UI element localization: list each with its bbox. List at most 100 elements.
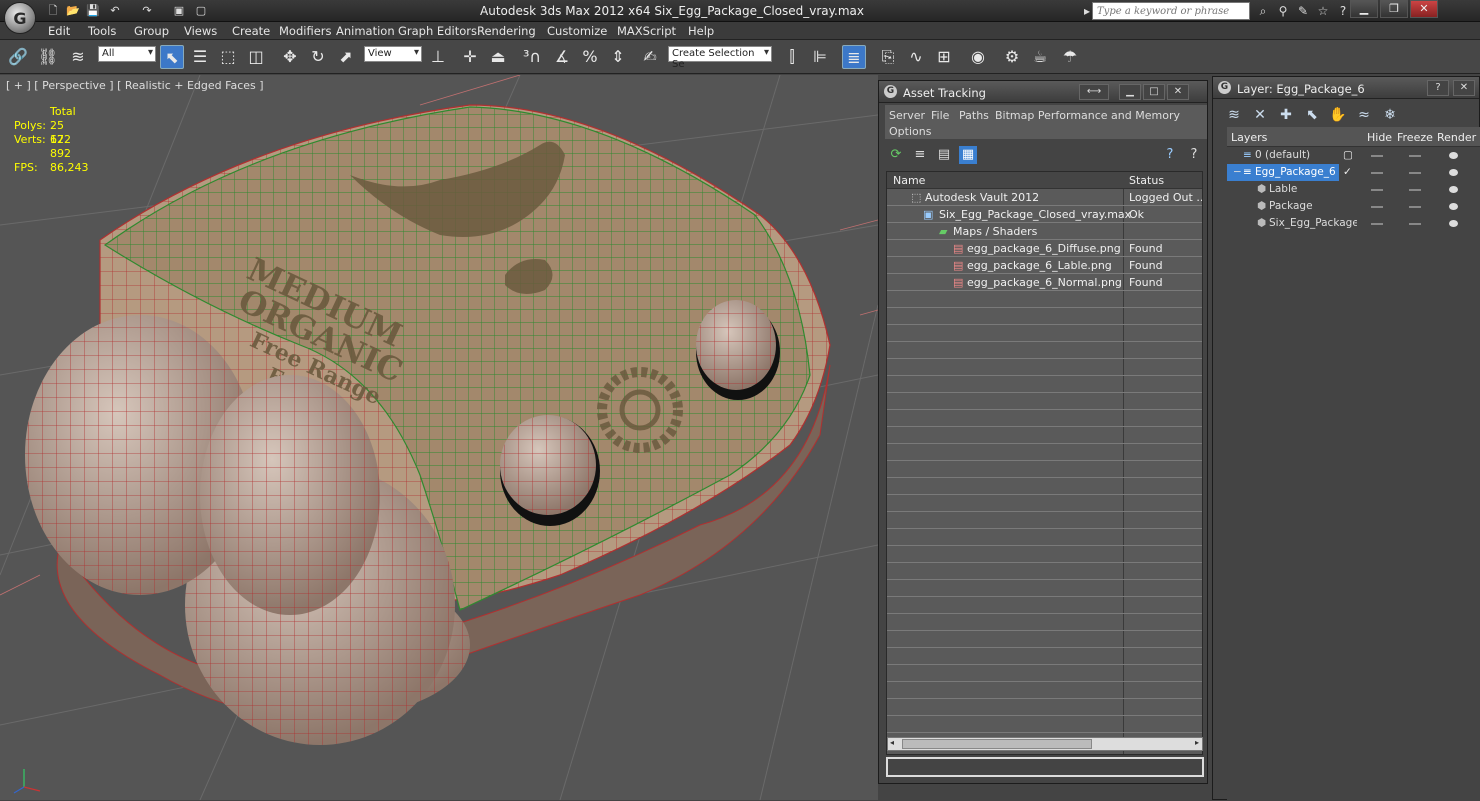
layer-titlebar[interactable]: G Layer: Egg_Package_6 ? ✕ [1213,77,1479,99]
delete-layer-icon[interactable]: ✕ [1249,105,1271,125]
graphite-modeling-icon[interactable]: ⎘ [876,45,900,69]
layer-row[interactable]: ≡ 0 (default) ▢ [1227,147,1480,164]
select-and-rotate-icon[interactable]: ↻ [306,45,330,69]
create-layer-icon[interactable]: ≋ [1223,105,1245,125]
help-question-icon[interactable]: ? [1161,146,1179,164]
scroll-thumb[interactable] [902,739,1092,749]
select-objects-in-layer-icon[interactable]: ⬉ [1301,105,1323,125]
col-freeze-header[interactable]: Freeze [1397,131,1433,144]
panel-minimize-button[interactable]: ▁ [1119,84,1141,100]
material-editor-icon[interactable]: ◉ [966,45,990,69]
menu-group[interactable]: Group [134,24,169,38]
dock-toggle-icon[interactable]: ⟷ [1079,84,1109,100]
table-row[interactable]: ▤ egg_package_6_Lable.png Found [887,257,1202,274]
schematic-view-icon[interactable]: ⊞ [932,45,956,69]
layer-object-row[interactable]: ⬢ Package [1227,198,1480,215]
perspective-viewport[interactable]: MEDIUM ORGANIC Free Range Eggs [0,75,878,800]
at-menu-paths[interactable]: Paths [959,109,989,122]
render-toggle-icon[interactable] [1449,186,1458,193]
angle-snap-icon[interactable]: ∡ [550,45,574,69]
workspace-icon[interactable]: ▢ [192,3,210,19]
mirror-icon[interactable]: ⫿ [780,45,804,69]
render-toggle-icon[interactable] [1449,203,1458,210]
snaps-toggle-icon[interactable]: ³∩ [520,45,544,69]
layer-object-row[interactable]: ⬢ Lable [1227,181,1480,198]
render-toggle-icon[interactable] [1449,152,1458,159]
keyboard-shortcut-override-icon[interactable]: ⏏ [486,45,510,69]
freeze-all-layers-icon[interactable]: ❄ [1379,105,1401,125]
select-by-name-icon[interactable]: ☰ [188,45,212,69]
current-layer-check-icon[interactable]: ✓ [1343,166,1352,178]
menu-views[interactable]: Views [184,24,217,38]
manipulate-icon[interactable]: ✛ [458,45,482,69]
layer-help-button[interactable]: ? [1427,80,1449,96]
select-and-scale-icon[interactable]: ⬈ [334,45,358,69]
table-view-icon[interactable]: ▦ [959,146,977,164]
col-hide-header[interactable]: Hide [1367,131,1392,144]
curve-editor-icon[interactable]: ∿ [904,45,928,69]
subscription-icon[interactable]: ⚲ [1274,3,1292,19]
favorites-star-icon[interactable]: ☆ [1314,3,1332,19]
menu-create[interactable]: Create [232,24,270,38]
search-input[interactable]: Type a keyword or phrase [1092,2,1250,20]
layer-close-button[interactable]: ✕ [1453,80,1475,96]
panel-maximize-button[interactable]: □ [1143,84,1165,100]
layer-manager-icon[interactable]: ≣ [842,45,866,69]
layer-row[interactable]: − ≡ Egg_Package_6 ✓ [1227,164,1480,181]
menu-help[interactable]: Help [688,24,714,38]
select-object-icon[interactable]: ⬉ [160,45,184,69]
unlink-icon[interactable]: ⛓ [36,45,60,69]
percent-snap-icon[interactable]: % [578,45,602,69]
at-menu-server[interactable]: Server [889,109,925,122]
selection-filter-dropdown[interactable]: All [98,46,156,62]
refresh-icon[interactable]: ⟳ [887,146,905,164]
window-crossing-icon[interactable]: ◫ [244,45,268,69]
undo-icon[interactable]: ↶ [106,3,124,19]
info-icon[interactable]: ? [1185,146,1203,164]
binoculars-icon[interactable]: ⌕ [1254,3,1272,19]
table-row[interactable]: ⬚ Autodesk Vault 2012 Logged Out ... [887,189,1202,206]
hide-all-layers-icon[interactable]: ≈ [1353,105,1375,125]
reference-coordinate-dropdown[interactable]: View [364,46,422,62]
spinner-snap-icon[interactable]: ⇕ [606,45,630,69]
table-row[interactable]: ▰ Maps / Shaders [887,223,1202,240]
menu-customize[interactable]: Customize [547,24,607,38]
col-render-header[interactable]: Render [1437,131,1476,144]
edit-named-selection-icon[interactable]: ✍ [638,45,662,69]
at-menu-options[interactable]: Options [889,125,931,138]
communication-icon[interactable]: ✎ [1294,3,1312,19]
col-name-header[interactable]: Name [893,174,925,187]
menu-animation[interactable]: Animation [336,24,395,38]
named-selection-dropdown[interactable]: Create Selection Se [668,46,772,70]
panel-close-button[interactable]: ✕ [1167,84,1189,100]
select-and-move-icon[interactable]: ✥ [278,45,302,69]
asset-tracking-titlebar[interactable]: G Asset Tracking ⟷ ▁ □ ✕ [879,81,1207,103]
maximize-button[interactable]: ❐ [1380,0,1408,18]
app-logo-icon[interactable]: G [4,2,36,34]
list-view-icon[interactable]: ≡ [911,146,929,164]
pivot-center-icon[interactable]: ⊥ [426,45,450,69]
render-toggle-icon[interactable] [1449,169,1458,176]
new-file-icon[interactable]: 🗋 [44,3,62,19]
col-status-header[interactable]: Status [1129,174,1164,187]
minimize-button[interactable]: ▁ [1350,0,1378,18]
menu-modifiers[interactable]: Modifiers [279,24,332,38]
save-icon[interactable]: 💾 [84,3,102,19]
render-toggle-icon[interactable] [1449,220,1458,227]
rectangular-selection-icon[interactable]: ⬚ [216,45,240,69]
close-button[interactable]: ✕ [1410,0,1438,18]
asset-status-field[interactable] [886,757,1204,777]
add-to-layer-icon[interactable]: ✚ [1275,105,1297,125]
menu-graph-editors[interactable]: Graph Editors [398,24,477,38]
current-layer-checkbox[interactable]: ▢ [1343,149,1353,161]
menu-rendering[interactable]: Rendering [477,24,536,38]
rendered-frame-window-icon[interactable]: ☕ [1028,45,1052,69]
table-row[interactable]: ▤ egg_package_6_Diffuse.png Found [887,240,1202,257]
redo-icon[interactable]: ↷ [138,3,156,19]
menu-maxscript[interactable]: MAXScript [617,24,676,38]
scroll-right-arrow[interactable]: ▸ [1195,738,1199,747]
layer-object-row[interactable]: ⬢ Six_Egg_Package [1227,215,1480,232]
bind-space-warp-icon[interactable]: ≋ [66,45,90,69]
menu-tools[interactable]: Tools [88,24,116,38]
thumbnail-view-icon[interactable]: ▤ [935,146,953,164]
